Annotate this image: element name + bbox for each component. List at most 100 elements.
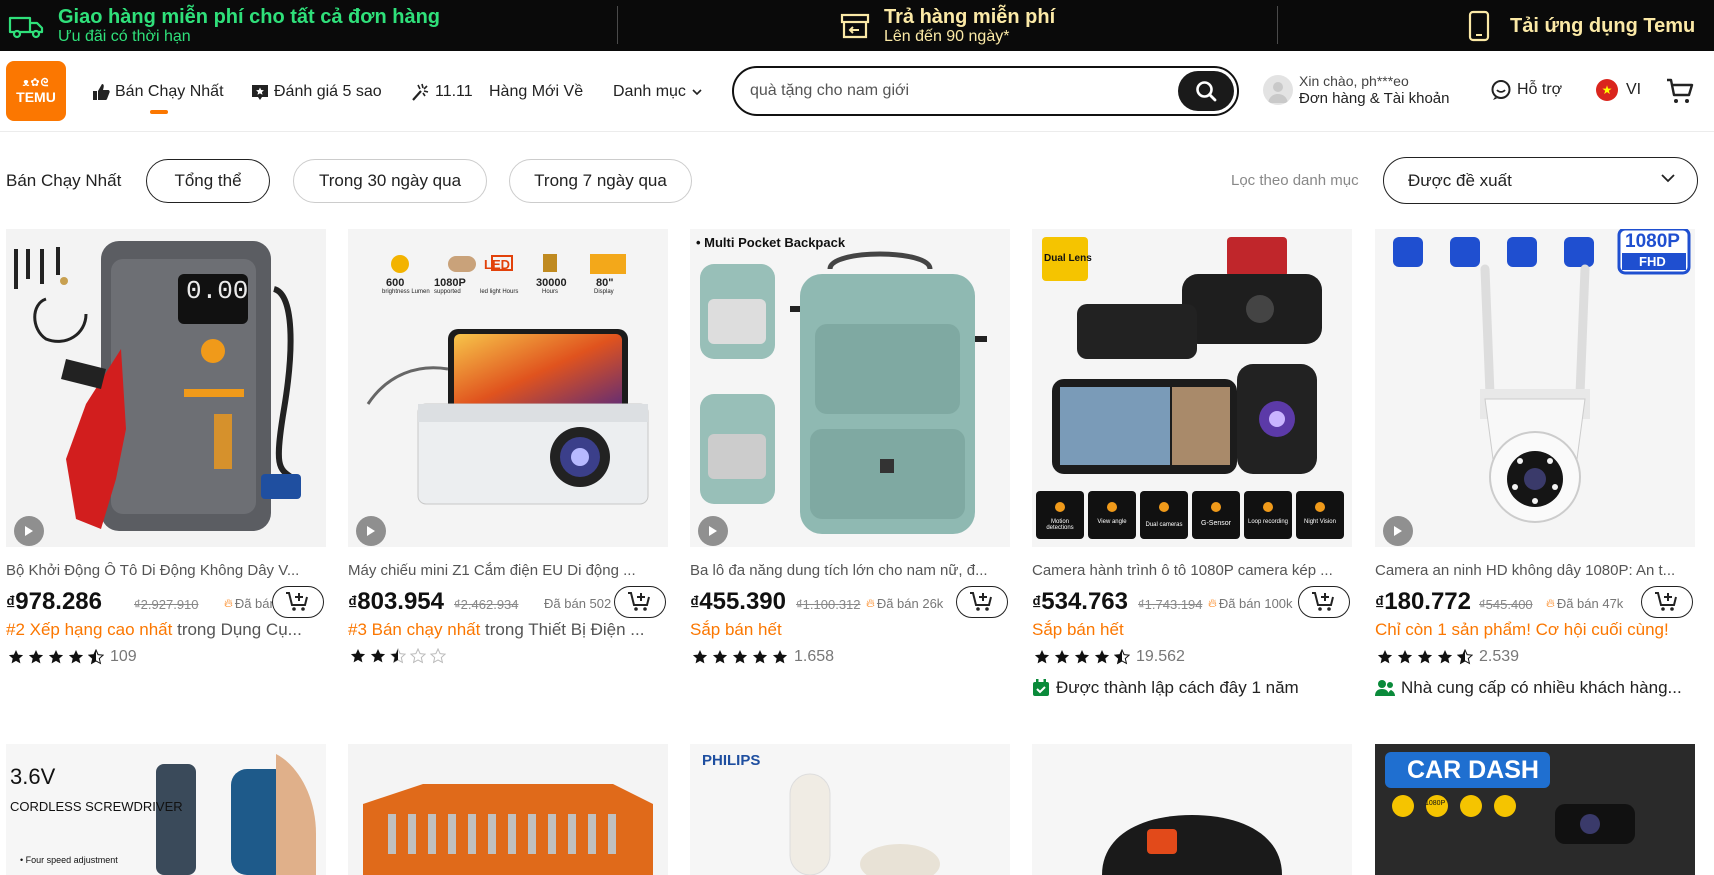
nav-five-star[interactable]: Đánh giá 5 sao (251, 80, 382, 104)
product-old-price: ₫545.400 (1479, 597, 1533, 612)
cart-button[interactable] (1665, 76, 1695, 111)
chip-overall[interactable]: Tổng thể (146, 159, 270, 203)
product-rank: #2 Xếp hạng cao nhất trong Dụng Cụ... (6, 620, 302, 639)
image-tag: Dual Lens (1044, 253, 1092, 264)
promo-free-returns[interactable]: Trả hàng miễn phí Lên đến 90 ngày* (840, 0, 1055, 51)
product-image[interactable] (348, 744, 668, 875)
filter-section-label: Bán Chạy Nhất (6, 171, 122, 190)
add-to-cart-button[interactable] (272, 586, 324, 618)
star-full-icon (1417, 650, 1433, 664)
chip-7-days[interactable]: Trong 7 ngày qua (509, 159, 692, 203)
add-to-cart-button[interactable] (1298, 586, 1350, 618)
chevron-down-icon (1661, 174, 1675, 183)
nav-sale-1111[interactable]: 11.11 (410, 80, 473, 104)
add-to-cart-icon (286, 592, 308, 611)
product-rank: #3 Bán chạy nhất trong Thiết Bị Điện ... (348, 620, 645, 639)
image-tag: 1080P (1425, 800, 1446, 807)
account-menu[interactable]: Xin chào, ph***eo Đơn hàng & Tài khoản (1263, 68, 1450, 112)
star-full-icon (370, 649, 386, 663)
support-link[interactable]: Hỗ trợ (1490, 79, 1562, 101)
users-icon (1375, 680, 1395, 696)
product-image[interactable]: 600 brightness Lumen 1080P supported LED… (348, 229, 668, 547)
add-to-cart-button[interactable] (614, 586, 666, 618)
product-price: ₫455.390 (690, 588, 787, 615)
product-title[interactable]: Máy chiếu mini Z1 Cắm điện EU Di động ..… (348, 562, 664, 579)
support-label: Hỗ trợ (1517, 81, 1563, 98)
nav-active-indicator (150, 110, 168, 114)
add-to-cart-icon (1655, 592, 1677, 611)
product-title[interactable]: Camera hành trình ô tô 1080P camera kép … (1032, 562, 1348, 579)
image-subheading: CORDLESS SCREWDRIVER (10, 799, 183, 814)
promo-banner: Giao hàng miễn phí cho tất cả đơn hàng Ư… (0, 0, 1714, 51)
review-count: 2.539 (1479, 648, 1520, 665)
nav-best-sellers[interactable]: Bán Chạy Nhất (92, 80, 224, 104)
nav-new-arrivals-label: Hàng Mới Về (489, 83, 584, 100)
star-full-icon (772, 650, 788, 664)
nav-categories[interactable]: Danh mục (613, 80, 702, 104)
resolution-sub: FHD (1639, 254, 1666, 269)
feature-caption: Loop recording (1247, 519, 1289, 525)
fire-icon: 🔥︎ (1208, 596, 1217, 610)
star-rating (350, 648, 450, 664)
image-heading: • Multi Pocket Backpack (696, 235, 846, 250)
phone-icon (1468, 10, 1490, 42)
product-image[interactable]: • Multi Pocket Backpack (690, 229, 1010, 547)
chip-30-days[interactable]: Trong 30 ngày qua (293, 159, 487, 203)
product-image[interactable]: 3.6V CORDLESS SCREWDRIVER • Four speed a… (6, 744, 326, 875)
search-icon (1196, 81, 1217, 102)
nav-best-sellers-label: Bán Chạy Nhất (115, 83, 224, 100)
add-to-cart-button[interactable] (1641, 586, 1693, 618)
star-full-icon (752, 650, 768, 664)
play-icon[interactable] (14, 516, 44, 546)
product-image[interactable]: 0.00 (6, 229, 326, 547)
store-badge: Được thành lập cách đây 1 năm (1032, 678, 1350, 698)
product-image[interactable]: CAR DASH 1080P (1375, 744, 1695, 875)
thumbs-up-icon (93, 84, 110, 100)
site-header: ᴥ✿ᘓ TEMU Bán Chạy Nhất Đánh giá 5 sao 11… (0, 51, 1714, 132)
brand-label: PHILIPS (702, 752, 761, 769)
star-half-icon (1114, 649, 1130, 665)
star-rating: 2.539 (1377, 648, 1519, 666)
product-image[interactable]: PHILIPS (690, 744, 1010, 875)
product-image[interactable]: 1080P FHD (1375, 229, 1695, 547)
product-title[interactable]: Bộ Khởi Động Ô Tô Di Động Không Dây V... (6, 562, 322, 579)
logo-glyphs: ᴥ✿ᘓ (22, 77, 50, 89)
star-full-icon (692, 650, 708, 664)
feature-caption: View angle (1097, 519, 1127, 525)
promo-free-shipping[interactable]: Giao hàng miễn phí cho tất cả đơn hàng Ư… (8, 0, 440, 51)
add-to-cart-button[interactable] (956, 586, 1008, 618)
language-label: VI (1626, 81, 1642, 98)
promo-divider (1277, 6, 1278, 44)
language-selector[interactable]: ★ VI (1596, 79, 1641, 101)
search-button[interactable] (1178, 71, 1234, 111)
resolution-badge: 1080P (1625, 231, 1680, 252)
star-full-icon (48, 650, 64, 664)
product-title[interactable]: Ba lô đa năng dung tích lớn cho nam nữ, … (690, 562, 1006, 579)
star-full-icon (1437, 650, 1453, 664)
feature-sublabel: supported (434, 289, 461, 295)
play-icon[interactable] (698, 516, 728, 546)
product-image[interactable] (1032, 744, 1352, 875)
product-image[interactable]: Dual Lens Motion detections View angle D… (1032, 229, 1352, 547)
feature-caption: Motion detections (1046, 519, 1074, 531)
fire-icon: 🔥︎ (1546, 596, 1555, 610)
play-icon[interactable] (1383, 516, 1413, 546)
search-input[interactable] (750, 80, 1150, 102)
star-rating: 1.658 (692, 648, 834, 666)
play-icon[interactable] (356, 516, 386, 546)
temu-logo[interactable]: ᴥ✿ᘓ TEMU (6, 61, 66, 121)
feature-label: 1080P (434, 277, 466, 289)
fire-icon: 🔥︎ (224, 596, 233, 610)
product-sold-count: Đã bán 502 (544, 596, 612, 611)
sort-select[interactable]: Được đề xuất (1383, 157, 1698, 204)
product-title[interactable]: Camera an ninh HD không dây 1080P: An t.… (1375, 562, 1691, 579)
account-greeting: Xin chào, ph***eo (1299, 72, 1409, 89)
product-price: ₫978.286 (6, 588, 103, 615)
promo-download-app[interactable]: Tải ứng dụng Temu (1468, 0, 1695, 51)
feature-label: 80" (596, 277, 614, 289)
nav-new-arrivals[interactable]: Hàng Mới Về (489, 80, 583, 104)
image-note: • Four speed adjustment (20, 855, 118, 865)
account-orders-link: Đơn hàng & Tài khoản (1299, 89, 1450, 107)
add-to-cart-icon (1312, 592, 1334, 611)
star-full-icon (1054, 650, 1070, 664)
